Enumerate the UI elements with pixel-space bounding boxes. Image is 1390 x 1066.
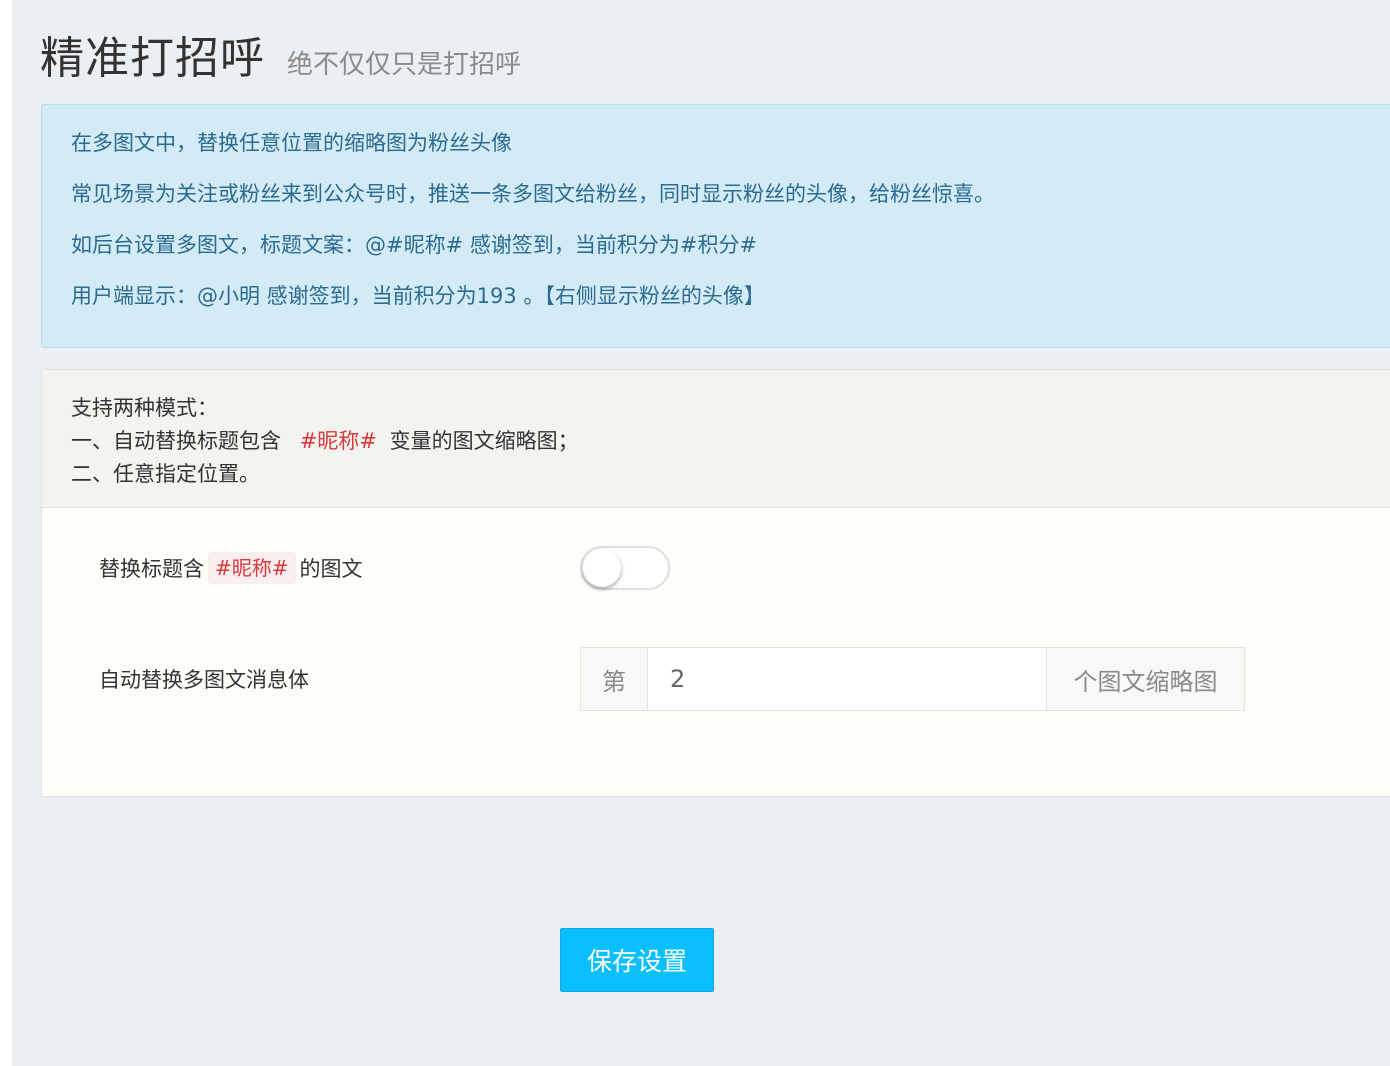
mode-one-prefix: 一、自动替换标题包含 [71,429,281,453]
auto-replace-label: 自动替换多图文消息体 [99,668,309,692]
position-prefix-addon: 第 [581,648,648,710]
nickname-variable: #昵称# [299,429,377,453]
replace-label-prefix: 替换标题含 [99,557,204,581]
position-input-group: 第 个图文缩略图 [580,647,1245,711]
replace-title-toggle[interactable] [580,546,670,590]
replace-title-label: 替换标题含 #昵称# 的图文 [99,552,363,584]
save-settings-button[interactable]: 保存设置 [560,928,714,992]
info-line: 如后台设置多图文，标题文案：@#昵称# 感谢签到，当前积分为#积分# [71,233,758,257]
toggle-knob [583,549,621,587]
auto-replace-row: 自动替换多图文消息体 [99,648,309,710]
page-subtitle: 绝不仅仅只是打招呼 [287,50,522,80]
info-line: 用户端显示：@小明 感谢签到，当前积分为193 。【右侧显示粉丝的头像】 [71,284,765,308]
panel-header: 支持两种模式： 一、自动替换标题包含 #昵称# 变量的图文缩略图； 二、任意指定… [42,370,1390,508]
replace-title-row: 替换标题含 #昵称# 的图文 [99,546,363,590]
info-alert: 在多图文中，替换任意位置的缩略图为粉丝头像 常见场景为关注或粉丝来到公众号时，推… [41,104,1390,348]
position-suffix-addon: 个图文缩略图 [1046,648,1244,710]
page-header: 精准打招呼 绝不仅仅只是打招呼 [40,22,521,86]
mode-one: 一、自动替换标题包含 #昵称# 变量的图文缩略图； [71,425,1390,458]
mode-two: 二、任意指定位置。 [71,462,260,486]
page-background: 精准打招呼 绝不仅仅只是打招呼 在多图文中，替换任意位置的缩略图为粉丝头像 常见… [12,0,1390,1066]
page-title: 精准打招呼 [40,33,265,84]
settings-panel: 支持两种模式： 一、自动替换标题包含 #昵称# 变量的图文缩略图； 二、任意指定… [41,369,1390,797]
nickname-tag: #昵称# [208,552,296,584]
mode-one-suffix: 变量的图文缩略图； [389,429,579,453]
info-line: 在多图文中，替换任意位置的缩略图为粉丝头像 [71,131,512,155]
modes-title: 支持两种模式： [71,396,218,420]
replace-label-suffix: 的图文 [299,557,363,581]
position-input[interactable] [648,648,1046,710]
info-line: 常见场景为关注或粉丝来到公众号时，推送一条多图文给粉丝，同时显示粉丝的头像，给粉… [71,182,995,206]
